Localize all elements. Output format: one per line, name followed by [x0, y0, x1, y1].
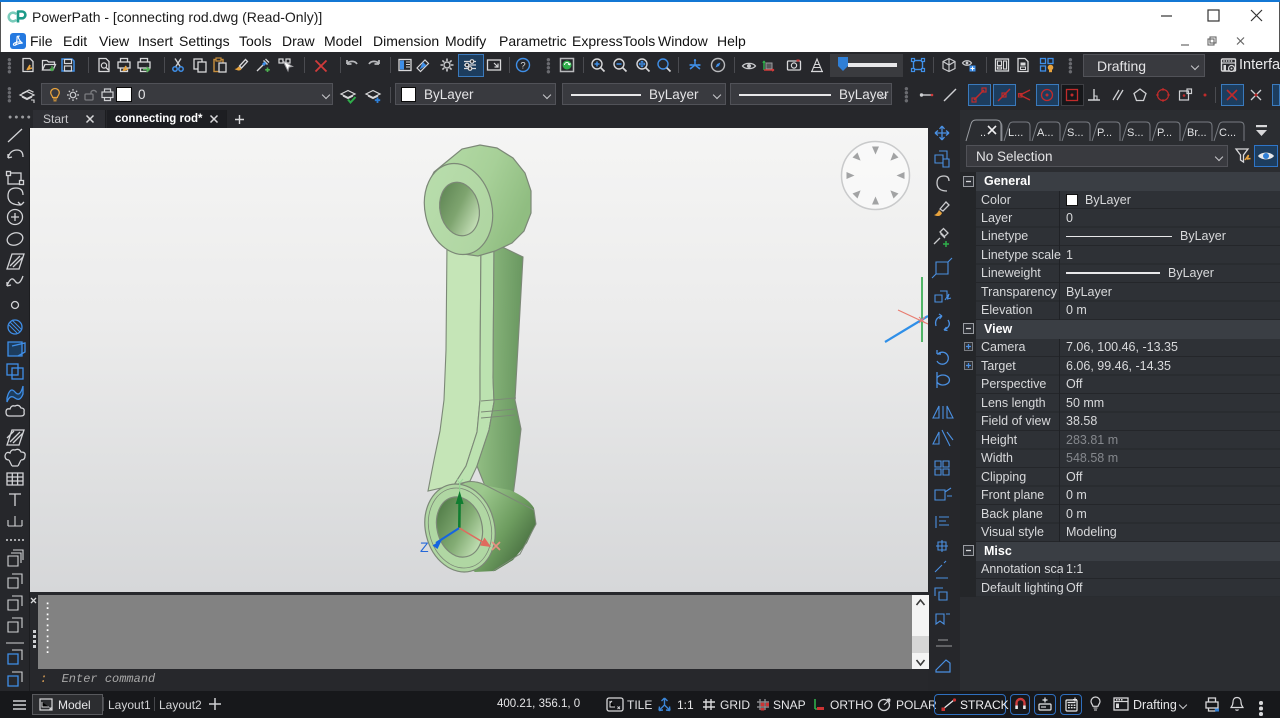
svg-text:C...: C...: [1219, 127, 1236, 139]
svg-text:S...: S...: [1127, 127, 1144, 139]
svg-text:P...: P...: [1097, 127, 1112, 139]
svg-text:S...: S...: [1067, 127, 1084, 139]
svg-text:P...: P...: [1157, 127, 1172, 139]
svg-text:Z: Z: [420, 539, 429, 555]
svg-text:..: ..: [980, 127, 986, 139]
svg-text:?: ?: [520, 61, 525, 72]
svg-text:Br...: Br...: [1187, 127, 1207, 139]
svg-text:L...: L...: [1008, 127, 1023, 139]
svg-text:A...: A...: [1037, 127, 1054, 139]
